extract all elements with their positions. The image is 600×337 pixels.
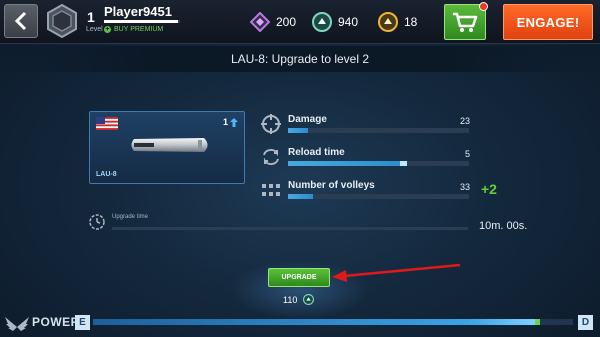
crosshair-icon: [261, 114, 281, 134]
weapon-level: 1: [223, 117, 238, 127]
chevron-left-icon: [14, 11, 27, 31]
weapon-level-value: 1: [222, 117, 228, 127]
upgrade-time-bar: [112, 227, 468, 230]
stat-volleys-fill: [288, 194, 314, 199]
upgrade-time-label: Upgrade time: [112, 214, 149, 220]
pointer-arrow-icon: [332, 263, 461, 282]
xp-progress-bar: [104, 20, 180, 23]
credits-coin-icon: [303, 294, 315, 305]
plus-icon: +: [104, 26, 111, 33]
upgrade-cost: 110: [283, 294, 315, 305]
engage-button[interactable]: ENGAGE!: [503, 4, 593, 40]
upgrade-time-value: 10m. 00s.: [479, 220, 528, 232]
silver-crystal-icon: [250, 12, 270, 32]
rocket-pod-image: [131, 138, 208, 152]
stat-volleys-bar: [288, 194, 469, 199]
buy-premium-link[interactable]: + BUY PREMIUM: [104, 26, 163, 33]
wings-icon: [5, 317, 29, 331]
notification-dot: [479, 2, 488, 11]
rank-badge-icon[interactable]: [46, 4, 78, 38]
currency-credits[interactable]: 940: [312, 12, 358, 32]
stat-damage-bar: [288, 128, 469, 133]
stat-volleys-label: Number of volleys: [288, 180, 375, 191]
stat-volleys-increase: +2: [481, 181, 497, 197]
stat-reload-bonus: [400, 161, 408, 166]
stat-damage-label: Damage: [288, 114, 327, 125]
stat-damage-fill: [288, 128, 308, 133]
credits-coin-icon: [312, 12, 332, 32]
buy-premium-label: BUY PREMIUM: [114, 26, 164, 33]
level-up-arrow-icon: [230, 117, 238, 127]
upgrade-cost-value: 110: [283, 294, 298, 305]
level-label: Level: [86, 26, 103, 33]
power-fill: [93, 319, 535, 325]
weapon-name: LAU-8: [96, 171, 117, 178]
currency-gold-value: 18: [404, 15, 418, 29]
player-name[interactable]: Player9451: [104, 4, 172, 19]
stat-reload-value: 5: [464, 149, 470, 159]
page-title: LAU-8: Upgrade to level 2: [0, 46, 600, 72]
power-track: [93, 319, 573, 325]
top-bar: 1 Level Player9451 + BUY PREMIUM 200 940…: [0, 0, 600, 44]
power-grade-current: E: [75, 315, 90, 330]
gold-coin-icon: [378, 12, 398, 32]
upgrade-button[interactable]: UPGRADE: [268, 268, 330, 287]
stat-reload-fill: [288, 161, 408, 166]
power-label: POWER: [32, 315, 80, 329]
volleys-grid-icon: [262, 184, 280, 196]
xp-progress-fill: [104, 20, 178, 23]
power-gain-indicator: [534, 319, 541, 325]
reload-icon: [263, 149, 279, 165]
shopping-cart-icon: [453, 12, 478, 32]
weapon-card[interactable]: 1 LAU-8: [89, 111, 245, 184]
shop-button[interactable]: [444, 2, 488, 40]
currency-silver[interactable]: 200: [250, 12, 296, 32]
player-level: 1: [87, 9, 95, 25]
back-button[interactable]: [4, 4, 38, 38]
currency-credits-value: 940: [338, 15, 359, 29]
stat-damage-value: 23: [459, 116, 470, 126]
us-flag-icon: [96, 117, 118, 130]
stat-reload-bar: [288, 161, 469, 166]
currency-silver-value: 200: [276, 15, 297, 29]
stopwatch-icon: [89, 214, 105, 230]
stat-reload-label: Reload time: [288, 147, 345, 158]
power-grade-next: D: [578, 315, 593, 330]
power-bar-row: POWER E D: [0, 310, 600, 337]
stat-volleys-value: 33: [459, 182, 470, 192]
currency-gold[interactable]: 18: [378, 12, 417, 32]
